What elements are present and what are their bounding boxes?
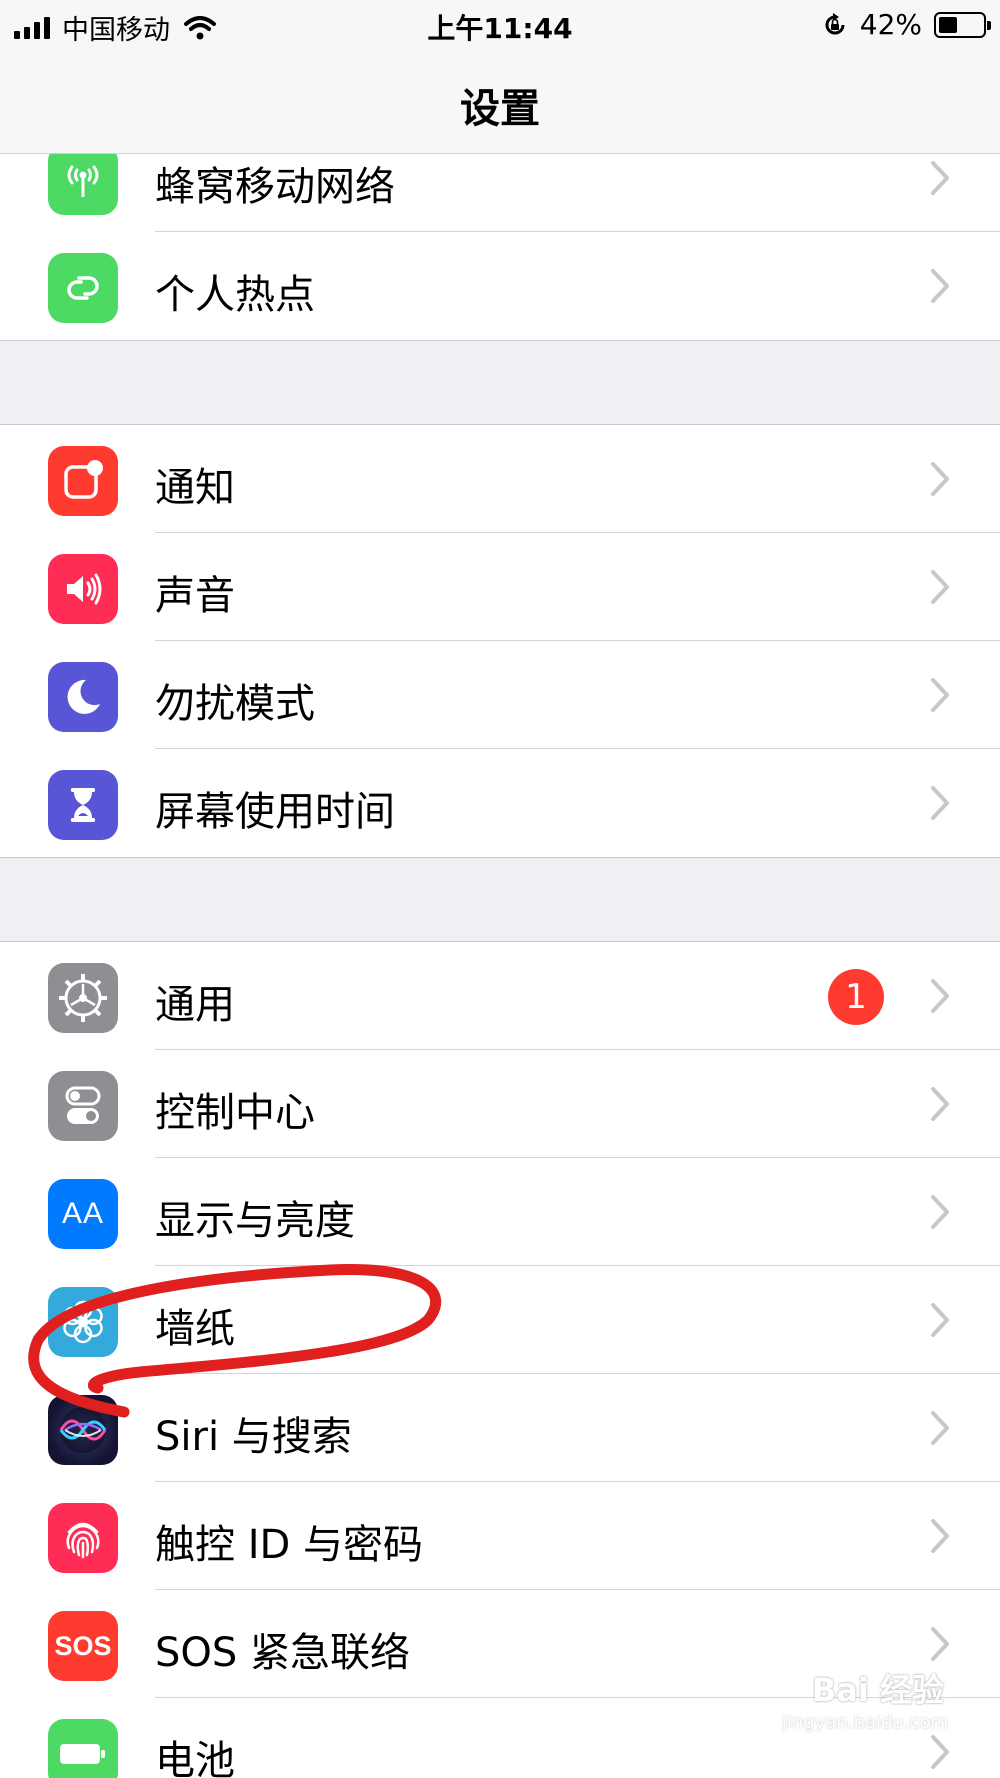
baidu-watermark-logo: Bai 经验 <box>811 1671 944 1709</box>
settings-row-screen-time[interactable]: 屏幕使用时间 <box>0 749 1000 857</box>
rotation-lock-icon <box>825 12 845 34</box>
chevron-right-icon <box>931 1411 949 1445</box>
fingerprint-icon <box>48 1503 118 1573</box>
chevron-right-icon <box>931 979 949 1013</box>
row-label: 触控 ID 与密码 <box>155 1522 424 1568</box>
flower-icon <box>48 1287 118 1357</box>
icon-glyph: SOS <box>54 1630 112 1661</box>
row-label: 勿扰模式 <box>155 681 315 727</box>
row-label: 声音 <box>155 573 235 619</box>
notification-icon <box>48 446 118 516</box>
settings-row-hotspot[interactable]: 个人热点 <box>0 232 1000 340</box>
settings-row-notifications[interactable]: 通知 <box>0 425 1000 533</box>
settings-row-wallpaper[interactable]: 墙纸 <box>0 1266 1000 1374</box>
siri-icon <box>48 1395 118 1465</box>
chevron-right-icon <box>931 462 949 496</box>
chevron-right-icon <box>931 786 949 820</box>
settings-row-touch-id[interactable]: 触控 ID 与密码 <box>0 1482 1000 1590</box>
chevron-right-icon <box>931 678 949 712</box>
speaker-icon <box>48 554 118 624</box>
row-label: Siri 与搜索 <box>155 1414 352 1460</box>
row-label: 通用 <box>155 982 235 1028</box>
row-label: 墙纸 <box>155 1306 235 1352</box>
hotspot-link-icon <box>48 253 118 323</box>
battery-indicator-icon <box>934 11 991 38</box>
chevron-right-icon <box>931 570 949 604</box>
settings-row-display[interactable]: AA 显示与亮度 <box>0 1158 1000 1266</box>
chevron-right-icon <box>931 269 949 303</box>
cellular-antenna-icon <box>48 145 118 215</box>
battery-percent: 42% <box>859 8 922 41</box>
chevron-right-icon <box>931 1627 949 1661</box>
gear-icon <box>48 963 118 1033</box>
row-label: SOS 紧急联络 <box>155 1630 410 1676</box>
row-label: 通知 <box>155 465 235 511</box>
baidu-watermark-url: jingyan.baidu.com <box>781 1712 948 1733</box>
row-label: 控制中心 <box>155 1090 315 1136</box>
row-label: 屏幕使用时间 <box>155 789 395 835</box>
settings-row-do-not-disturb[interactable]: 勿扰模式 <box>0 641 1000 749</box>
section-spacer <box>0 857 1000 942</box>
chevron-right-icon <box>931 1735 949 1769</box>
settings-row-siri[interactable]: Siri 与搜索 <box>0 1374 1000 1482</box>
settings-row-sounds[interactable]: 声音 <box>0 533 1000 641</box>
text-size-icon: AA <box>48 1179 118 1249</box>
toggles-icon <box>48 1071 118 1141</box>
row-label: 个人热点 <box>155 272 315 318</box>
settings-row-general[interactable]: 通用 1 <box>0 942 1000 1050</box>
chevron-right-icon <box>931 1303 949 1337</box>
row-label: 显示与亮度 <box>155 1198 355 1244</box>
top-bar: 中国移动 上午11:44 42% 设置 <box>0 0 1000 154</box>
hourglass-icon <box>48 770 118 840</box>
update-count-badge: 1 <box>828 969 884 1025</box>
chevron-right-icon <box>931 1519 949 1553</box>
moon-icon <box>48 662 118 732</box>
row-label: 蜂窝移动网络 <box>155 164 395 210</box>
chevron-right-icon <box>931 1087 949 1121</box>
status-bar: 中国移动 上午11:44 42% <box>0 0 1000 50</box>
settings-row-control-center[interactable]: 控制中心 <box>0 1050 1000 1158</box>
icon-glyph: AA <box>61 1197 105 1230</box>
chevron-right-icon <box>931 1195 949 1229</box>
row-label: 电池 <box>155 1738 235 1778</box>
sos-icon: SOS <box>48 1611 118 1681</box>
battery-icon <box>48 1719 118 1778</box>
chevron-right-icon <box>931 161 949 195</box>
page-title: 设置 <box>460 86 540 132</box>
section-spacer <box>0 340 1000 425</box>
